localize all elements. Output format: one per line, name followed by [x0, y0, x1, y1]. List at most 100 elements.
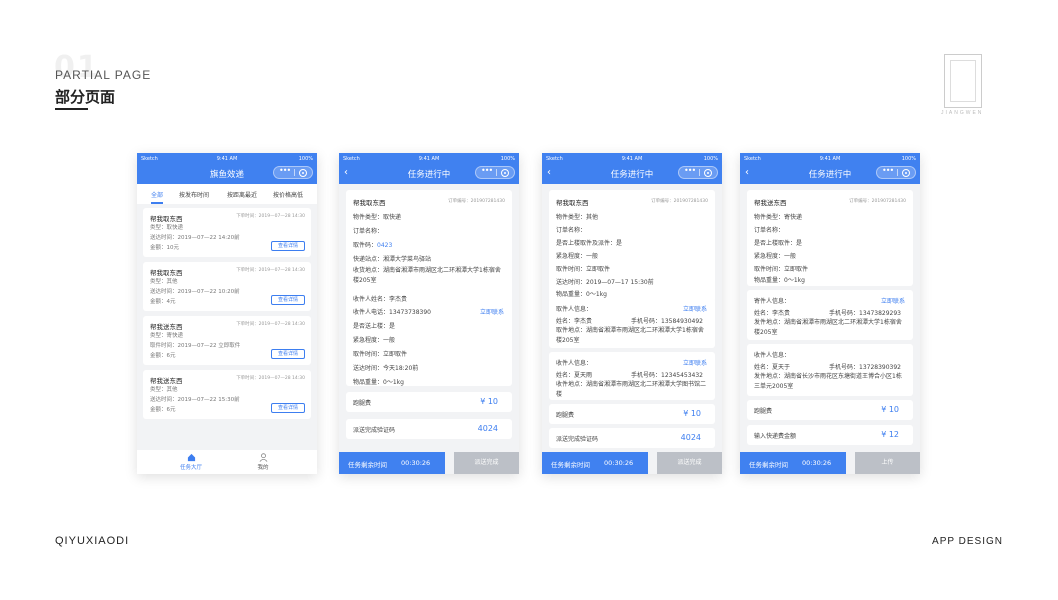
remaining-time: 任务剩余时间 00:30:26 [740, 452, 846, 474]
view-details-button[interactable]: 查看详情 [271, 295, 305, 305]
capsule-divider [897, 169, 898, 176]
more-icon[interactable]: ••• [279, 166, 291, 175]
pickup-code: 取件码：0423 [353, 240, 392, 249]
contact-now-link[interactable]: 立即联系 [683, 304, 707, 313]
contact-now-link[interactable]: 立即联系 [480, 307, 504, 316]
timer-value: 00:30:26 [802, 459, 832, 467]
express-fee-input[interactable]: ¥ 12 [881, 430, 899, 439]
order-title: 帮我送东西 [150, 323, 183, 331]
pickup-time: 取件时间：立即取件 [353, 351, 408, 358]
filter-tabs: 全部 按发布时间 按距离最近 按价格高低 [137, 184, 317, 204]
status-battery: 100% [703, 156, 718, 162]
delivery-address: 收货地点：湖南省湘潭市雨湖区北二环湘潭大学1栋宿舍楼205室 [353, 267, 501, 284]
contact-now-link[interactable]: 立即联系 [881, 296, 905, 305]
timer-label: 任务剩余时间 [348, 461, 387, 469]
mini-program-capsule[interactable]: ••• [475, 166, 515, 179]
status-time: 9:41 AM [418, 156, 440, 162]
active-tab-indicator [151, 202, 163, 204]
sender-name: 姓名：李杰贵 [754, 310, 791, 317]
verify-code-row: 派送完成验证码 4024 [346, 419, 512, 439]
verify-code-value: 4024 [477, 424, 498, 433]
pickup-address: 取件地点：湖南省湘潭市雨湖区北二环湘潭大学1栋宿舍楼205室 [556, 327, 704, 344]
order-time: 下单时间：2019—07—28 14:30 [236, 214, 305, 219]
view-details-button[interactable]: 查看详情 [271, 403, 305, 413]
delivery-complete-button[interactable]: 派送完成 [657, 452, 722, 474]
order-amount: 金额：6元 [150, 353, 176, 359]
view-details-button[interactable]: 查看详情 [271, 349, 305, 359]
item-type: 物件类型：取快递 [353, 214, 402, 221]
logo-inner-frame [950, 60, 976, 102]
express-fee-input-row[interactable]: 输入快递费金额 ¥ 12 [747, 425, 913, 445]
fee-row: 跑腿费 ¥ 10 [346, 392, 512, 412]
close-target-icon[interactable] [501, 169, 509, 177]
bottom-action-bar: 任务剩余时间 00:30:26 上传 [740, 452, 920, 474]
order-title: 帮我送东西 [150, 377, 183, 385]
nav-label: 任务大厅 [179, 465, 202, 471]
item-weight: 物品重量：0～1kg [754, 277, 805, 284]
tab-by-time[interactable]: 按发布时间 [179, 190, 209, 199]
timer-label: 任务剩余时间 [749, 461, 788, 469]
order-card[interactable]: 帮我取东西 下单时间：2019—07—28 14:30 类型：其他 送达时间：2… [143, 262, 311, 311]
express-fee-label: 输入快递费金额 [754, 433, 797, 440]
top-bar: Sketch 9:41 AM 100% ‹ 任务进行中 ••• [339, 153, 519, 184]
nav-item-task-hall[interactable]: 任务大厅 [161, 453, 221, 471]
order-number: 订单编号：201907281430 [849, 199, 906, 204]
delivery-complete-button[interactable]: 派送完成 [454, 452, 519, 474]
express-station: 快递站点：湘潭大学菜鸟驿站 [353, 256, 432, 263]
status-battery: 100% [500, 156, 515, 162]
receiver-card: 收件人信息： 姓名：夏天于 手机号码：13728390392 发件地点：湖南省长… [747, 344, 913, 396]
mini-program-capsule[interactable]: ••• [876, 166, 916, 179]
delivery-time: 送达时间：2019—07—17 15:30前 [556, 279, 654, 286]
order-time: 下单时间：2019—07—28 14:30 [236, 322, 305, 327]
phone-screen-task-in-progress-pickup: Sketch 9:41 AM 100% ‹ 任务进行中 ••• 帮我取东西 订单… [339, 153, 519, 474]
remaining-time: 任务剩余时间 00:30:26 [339, 452, 445, 474]
order-title: 帮我取东西 [353, 199, 386, 207]
status-battery: 100% [298, 156, 313, 162]
capsule-divider [496, 169, 497, 176]
title-underline [55, 108, 88, 110]
order-deadline: 送达时间：2019—07—22 14:20前 [150, 235, 240, 241]
bottom-action-bar: 任务剩余时间 00:30:26 派送完成 [339, 452, 519, 474]
fee-label: 跑腿费 [556, 412, 575, 419]
tab-all[interactable]: 全部 [151, 190, 163, 199]
mini-program-capsule[interactable]: ••• [273, 166, 313, 179]
fee-value: ¥ 10 [480, 397, 498, 406]
pickup-person-card: 取件人信息： 立即联系 姓名：李杰贵 手机号码：13584930492 取件地点… [549, 298, 715, 348]
more-icon[interactable]: ••• [481, 166, 493, 175]
view-details-button[interactable]: 查看详情 [271, 241, 305, 251]
upload-button[interactable]: 上传 [855, 452, 920, 474]
status-time: 9:41 AM [621, 156, 643, 162]
order-card[interactable]: 帮我取东西 下单时间：2019—07—28 14:30 类型：取快递 送达时间：… [143, 208, 311, 257]
order-detail-card: 帮我送东西 订单编号：201907281430 物件类型：寄快递 订单名称： 是… [747, 190, 913, 286]
more-icon[interactable]: ••• [684, 166, 696, 175]
order-type: 类型：其他 [150, 387, 178, 393]
receiver-name: 姓名：夏天于 [754, 364, 791, 371]
order-card[interactable]: 帮我送东西 下单时间：2019—07—28 14:30 类型：其他 送达时间：2… [143, 370, 311, 419]
close-target-icon[interactable] [299, 169, 307, 177]
pickup-code-value: 0423 [377, 242, 393, 249]
deliver-upstairs: 是否送上楼：是 [353, 323, 396, 330]
urgency: 紧急程度：一般 [353, 337, 396, 344]
close-target-icon[interactable] [704, 169, 712, 177]
verify-code-value: 4024 [680, 433, 701, 442]
close-target-icon[interactable] [902, 169, 910, 177]
nav-item-mine[interactable]: 我的 [233, 453, 293, 471]
item-type: 物件类型：其他 [556, 214, 599, 221]
tab-by-price[interactable]: 按价格高低 [273, 190, 303, 199]
more-icon[interactable]: ••• [882, 166, 894, 175]
upstairs-pickup: 是否上楼取件：是 [754, 240, 803, 247]
sender-address: 发件地点：湖南省湘潭市雨湖区北二环湘潭大学1栋宿舍楼205室 [754, 319, 902, 336]
mini-program-capsule[interactable]: ••• [678, 166, 718, 179]
receiver-phone: 手机号码：13728390392 [829, 364, 901, 371]
order-time: 下单时间：2019—07—28 14:30 [236, 376, 305, 381]
top-bar: Sketch 9:41 AM 100% 旗鱼效递 ••• [137, 153, 317, 184]
fee-row: 跑腿费 ¥ 10 [549, 404, 715, 424]
receiver-info-label: 收件人信息： [754, 352, 791, 359]
fee-value: ¥ 10 [881, 405, 899, 414]
tab-by-distance[interactable]: 按距离最近 [227, 190, 257, 199]
receiver-phone: 收件人电话：13473738390 [353, 309, 431, 316]
order-card[interactable]: 帮我送东西 下单时间：2019—07—28 14:30 类型：寄快递 取件时间：… [143, 316, 311, 365]
contact-now-link[interactable]: 立即联系 [683, 358, 707, 367]
order-detail-card: 帮我取东西 订单编号：201907281430 物件类型：其他 订单名称： 是否… [549, 190, 715, 302]
verify-code-row: 派送完成验证码 4024 [549, 428, 715, 448]
